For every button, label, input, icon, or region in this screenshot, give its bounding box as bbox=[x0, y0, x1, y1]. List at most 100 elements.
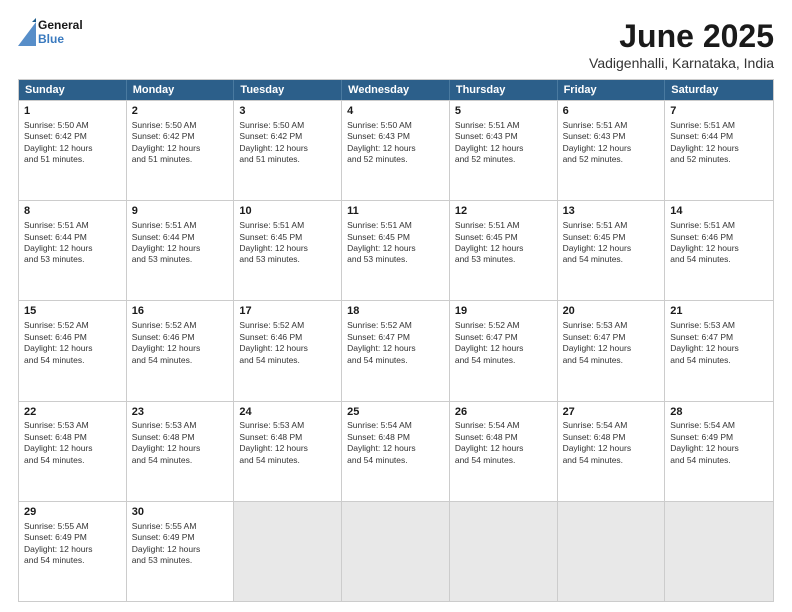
day-number: 11 bbox=[347, 204, 444, 219]
day-info-line: Sunset: 6:48 PM bbox=[563, 432, 660, 443]
day-info-line: Sunset: 6:46 PM bbox=[132, 332, 229, 343]
day-info-line: and 54 minutes. bbox=[563, 355, 660, 366]
day-info-line: and 54 minutes. bbox=[563, 254, 660, 265]
day-number: 26 bbox=[455, 405, 552, 420]
day-info-line: and 54 minutes. bbox=[670, 455, 768, 466]
day-info-line: and 54 minutes. bbox=[347, 455, 444, 466]
calendar: SundayMondayTuesdayWednesdayThursdayFrid… bbox=[18, 79, 774, 602]
day-number: 15 bbox=[24, 304, 121, 319]
day-info-line: Sunset: 6:46 PM bbox=[24, 332, 121, 343]
day-number: 3 bbox=[239, 104, 336, 119]
day-info-line: Daylight: 12 hours bbox=[455, 143, 552, 154]
day-info-line: Daylight: 12 hours bbox=[347, 443, 444, 454]
day-number: 13 bbox=[563, 204, 660, 219]
day-info-line: Sunrise: 5:52 AM bbox=[455, 320, 552, 331]
day-number: 5 bbox=[455, 104, 552, 119]
day-number: 25 bbox=[347, 405, 444, 420]
calendar-cell: 6Sunrise: 5:51 AMSunset: 6:43 PMDaylight… bbox=[558, 101, 666, 200]
calendar-cell: 19Sunrise: 5:52 AMSunset: 6:47 PMDayligh… bbox=[450, 301, 558, 400]
calendar-cell bbox=[450, 502, 558, 601]
day-info-line: and 53 minutes. bbox=[24, 254, 121, 265]
day-info-line: and 54 minutes. bbox=[347, 355, 444, 366]
day-number: 18 bbox=[347, 304, 444, 319]
day-info-line: and 54 minutes. bbox=[24, 555, 121, 566]
day-info-line: and 54 minutes. bbox=[455, 355, 552, 366]
day-info-line: Sunset: 6:45 PM bbox=[563, 232, 660, 243]
day-number: 9 bbox=[132, 204, 229, 219]
day-info-line: Sunrise: 5:55 AM bbox=[132, 521, 229, 532]
day-info-line: Sunrise: 5:52 AM bbox=[239, 320, 336, 331]
calendar-cell: 27Sunrise: 5:54 AMSunset: 6:48 PMDayligh… bbox=[558, 402, 666, 501]
day-info-line: Sunrise: 5:51 AM bbox=[670, 120, 768, 131]
day-number: 17 bbox=[239, 304, 336, 319]
day-number: 19 bbox=[455, 304, 552, 319]
day-number: 16 bbox=[132, 304, 229, 319]
logo: General Blue bbox=[18, 18, 83, 48]
calendar-cell: 18Sunrise: 5:52 AMSunset: 6:47 PMDayligh… bbox=[342, 301, 450, 400]
day-info-line: Daylight: 12 hours bbox=[24, 143, 121, 154]
header: General Blue June 2025 Vadigenhalli, Kar… bbox=[18, 18, 774, 71]
calendar-cell: 10Sunrise: 5:51 AMSunset: 6:45 PMDayligh… bbox=[234, 201, 342, 300]
day-info-line: Sunset: 6:44 PM bbox=[24, 232, 121, 243]
day-info-line: Sunset: 6:47 PM bbox=[670, 332, 768, 343]
day-info-line: Sunrise: 5:50 AM bbox=[239, 120, 336, 131]
day-info-line: Daylight: 12 hours bbox=[347, 343, 444, 354]
day-number: 29 bbox=[24, 505, 121, 520]
day-info-line: Sunset: 6:44 PM bbox=[670, 131, 768, 142]
calendar-row-4: 22Sunrise: 5:53 AMSunset: 6:48 PMDayligh… bbox=[19, 401, 773, 501]
day-info-line: Sunset: 6:49 PM bbox=[670, 432, 768, 443]
day-info-line: Daylight: 12 hours bbox=[132, 443, 229, 454]
day-info-line: Sunrise: 5:54 AM bbox=[563, 420, 660, 431]
day-info-line: and 53 minutes. bbox=[132, 555, 229, 566]
day-info-line: Daylight: 12 hours bbox=[670, 143, 768, 154]
calendar-cell bbox=[558, 502, 666, 601]
header-day-wednesday: Wednesday bbox=[342, 80, 450, 100]
day-info-line: Sunset: 6:49 PM bbox=[132, 532, 229, 543]
day-info-line: Sunset: 6:48 PM bbox=[455, 432, 552, 443]
day-info-line: Sunrise: 5:55 AM bbox=[24, 521, 121, 532]
day-number: 4 bbox=[347, 104, 444, 119]
day-info-line: Daylight: 12 hours bbox=[24, 443, 121, 454]
day-info-line: Sunset: 6:45 PM bbox=[347, 232, 444, 243]
day-info-line: Sunrise: 5:50 AM bbox=[347, 120, 444, 131]
calendar-cell bbox=[665, 502, 773, 601]
day-info-line: Sunrise: 5:54 AM bbox=[455, 420, 552, 431]
header-day-sunday: Sunday bbox=[19, 80, 127, 100]
day-info-line: Sunrise: 5:52 AM bbox=[347, 320, 444, 331]
day-info-line: Daylight: 12 hours bbox=[132, 143, 229, 154]
day-info-line: Sunrise: 5:51 AM bbox=[670, 220, 768, 231]
day-info-line: and 53 minutes. bbox=[132, 254, 229, 265]
day-info-line: Daylight: 12 hours bbox=[239, 143, 336, 154]
day-info-line: Sunset: 6:42 PM bbox=[239, 131, 336, 142]
day-info-line: and 53 minutes. bbox=[239, 254, 336, 265]
day-info-line: Daylight: 12 hours bbox=[132, 544, 229, 555]
day-info-line: Sunset: 6:43 PM bbox=[347, 131, 444, 142]
day-info-line: Sunrise: 5:52 AM bbox=[24, 320, 121, 331]
day-info-line: Daylight: 12 hours bbox=[455, 243, 552, 254]
calendar-cell bbox=[234, 502, 342, 601]
day-info-line: Daylight: 12 hours bbox=[563, 243, 660, 254]
day-info-line: Daylight: 12 hours bbox=[670, 443, 768, 454]
day-info-line: Sunrise: 5:51 AM bbox=[455, 220, 552, 231]
day-number: 14 bbox=[670, 204, 768, 219]
day-info-line: Sunset: 6:44 PM bbox=[132, 232, 229, 243]
day-info-line: and 52 minutes. bbox=[563, 154, 660, 165]
logo-text-general: General bbox=[38, 19, 83, 33]
day-info-line: Sunset: 6:47 PM bbox=[563, 332, 660, 343]
calendar-cell: 22Sunrise: 5:53 AMSunset: 6:48 PMDayligh… bbox=[19, 402, 127, 501]
day-info-line: and 54 minutes. bbox=[132, 355, 229, 366]
main-title: June 2025 bbox=[589, 18, 774, 55]
day-info-line: and 54 minutes. bbox=[455, 455, 552, 466]
day-info-line: Sunset: 6:48 PM bbox=[24, 432, 121, 443]
day-info-line: Sunrise: 5:53 AM bbox=[24, 420, 121, 431]
day-info-line: and 51 minutes. bbox=[24, 154, 121, 165]
day-info-line: and 54 minutes. bbox=[670, 355, 768, 366]
day-number: 21 bbox=[670, 304, 768, 319]
calendar-row-5: 29Sunrise: 5:55 AMSunset: 6:49 PMDayligh… bbox=[19, 501, 773, 601]
day-info-line: and 53 minutes. bbox=[455, 254, 552, 265]
day-info-line: Sunset: 6:48 PM bbox=[347, 432, 444, 443]
day-number: 8 bbox=[24, 204, 121, 219]
day-info-line: Sunrise: 5:53 AM bbox=[132, 420, 229, 431]
logo-text-blue: Blue bbox=[38, 33, 83, 47]
day-info-line: Daylight: 12 hours bbox=[670, 343, 768, 354]
